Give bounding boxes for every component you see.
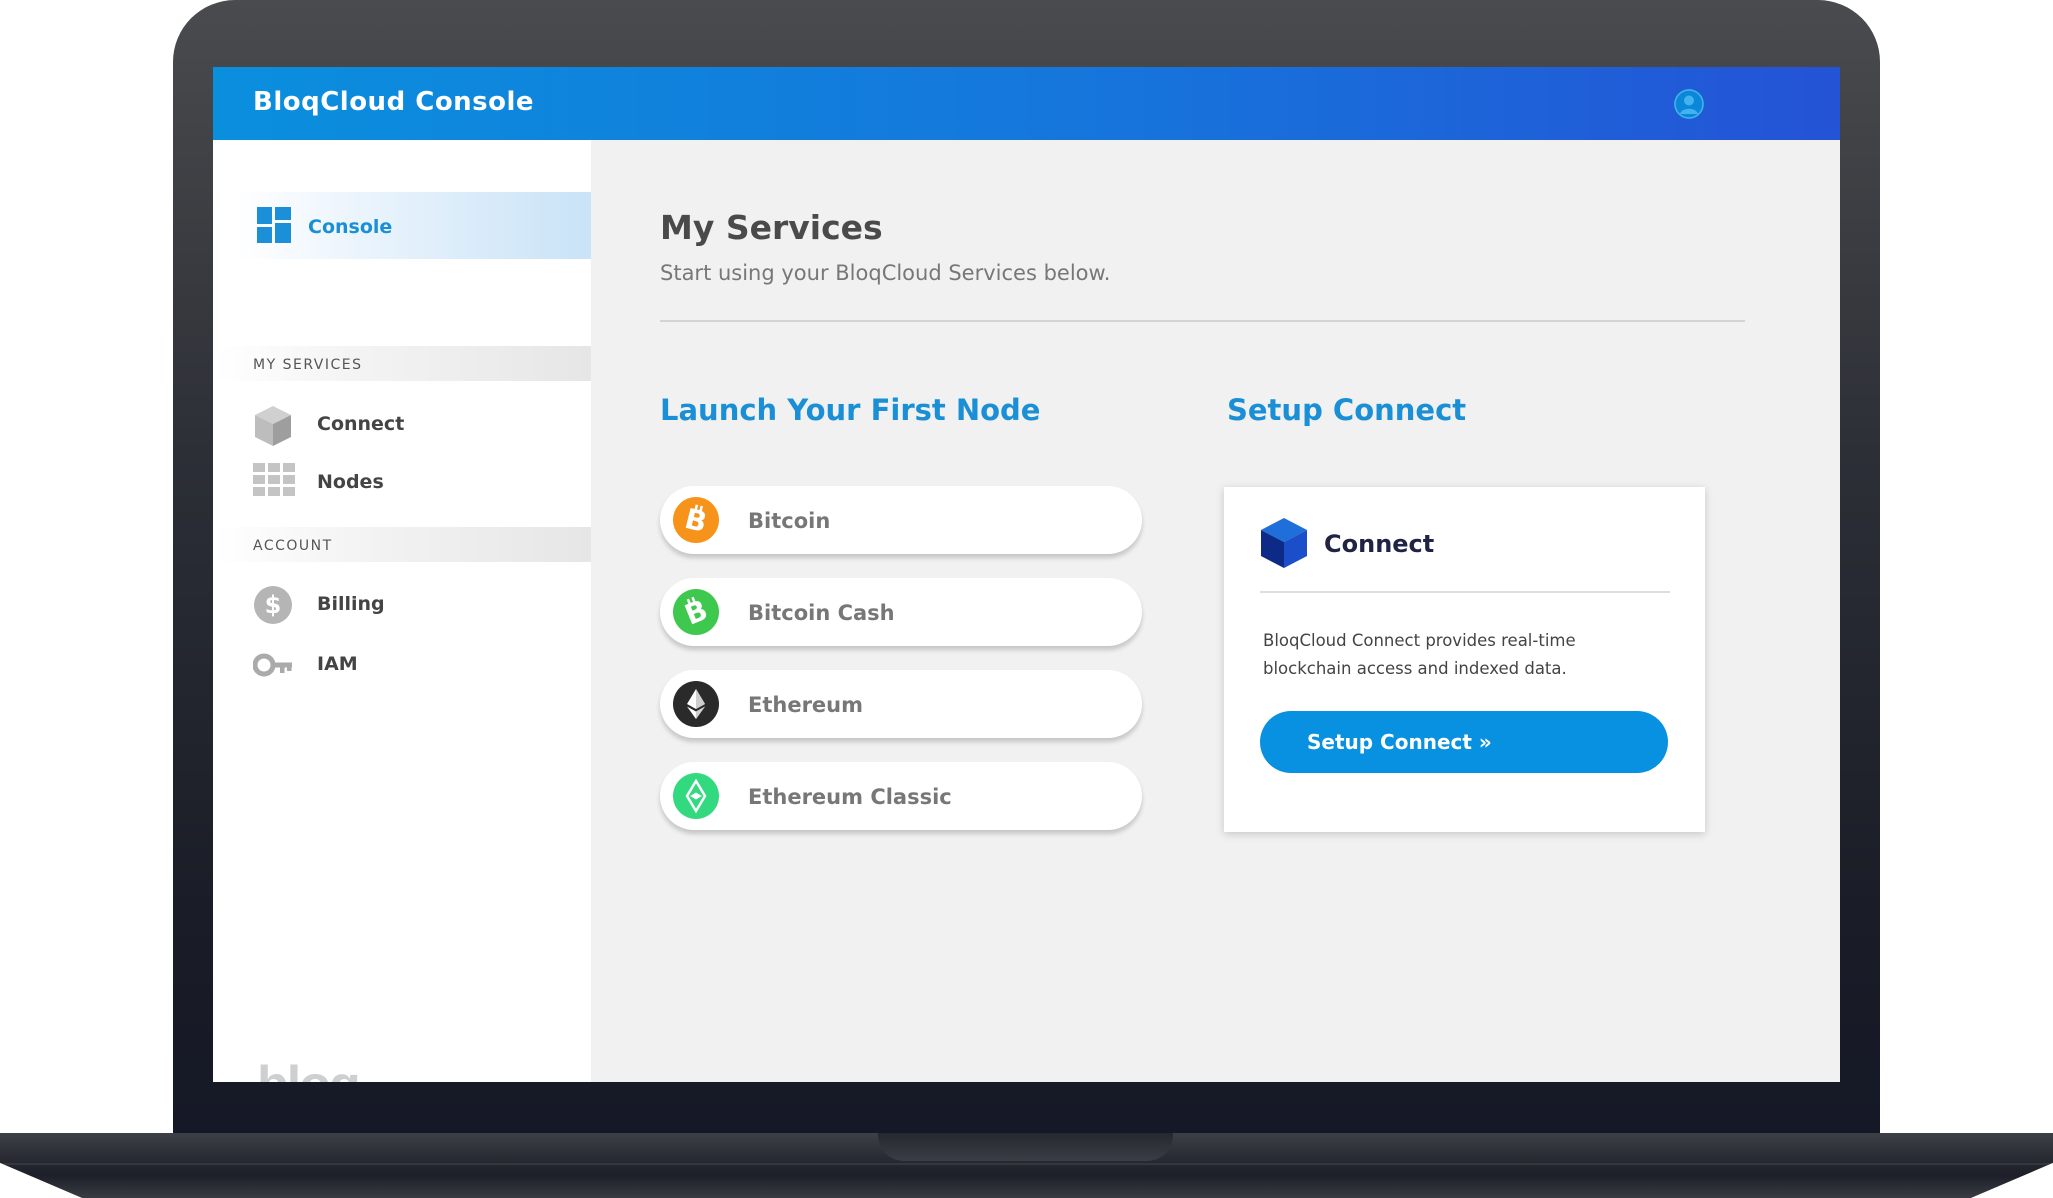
cube-icon	[253, 405, 293, 446]
sidebar-item-iam[interactable]: IAM	[252, 640, 573, 686]
ethereum-icon	[673, 681, 719, 727]
bitcoin-icon: B	[673, 497, 719, 543]
svg-text:B: B	[680, 593, 712, 632]
sidebar-item-label: Connect	[317, 413, 405, 435]
sidebar-item-nodes[interactable]: Nodes	[253, 458, 573, 504]
svg-text:bloq: bloq	[257, 1062, 359, 1082]
node-option-label: Ethereum	[748, 693, 864, 717]
sidebar-item-label: Nodes	[317, 471, 384, 493]
key-icon	[252, 645, 293, 685]
sidebar: Console MY SERVICES Connect Nodes ACCOUN…	[213, 140, 591, 1082]
node-option-label: Ethereum Classic	[748, 785, 952, 809]
svg-text:$: $	[265, 591, 282, 619]
node-option-bitcoin[interactable]: B Bitcoin	[660, 486, 1142, 554]
connect-card-title: Connect	[1324, 530, 1435, 558]
dashboard-grid-icon	[257, 207, 291, 247]
ethereum-classic-icon	[673, 773, 719, 819]
sidebar-item-label: IAM	[317, 653, 358, 675]
bloq-logo: bloq	[257, 1056, 363, 1082]
sidebar-item-connect[interactable]: Connect	[253, 400, 573, 446]
sidebar-item-billing[interactable]: $ Billing	[253, 580, 573, 626]
connect-cube-icon	[1260, 517, 1308, 573]
page-subtitle: Start using your BloqCloud Services belo…	[660, 261, 1111, 285]
grid-icon	[253, 463, 295, 503]
app-title: BloqCloud Console	[253, 87, 535, 117]
node-option-ethereum[interactable]: Ethereum	[660, 670, 1142, 738]
setup-connect-heading: Setup Connect	[1227, 393, 1467, 427]
laptop-notch	[878, 1133, 1173, 1161]
section-header-my-services: MY SERVICES	[213, 346, 591, 381]
sidebar-item-label: Console	[308, 216, 393, 238]
connect-card: Connect BloqCloud Connect provides real-…	[1224, 487, 1705, 832]
connect-description: BloqCloud Connect provides real-time blo…	[1263, 631, 1576, 678]
sidebar-item-console[interactable]: Console	[237, 192, 591, 259]
main-content: My Services Start using your BloqCloud S…	[591, 140, 1840, 1082]
node-option-label: Bitcoin Cash	[748, 601, 895, 625]
user-account-icon[interactable]	[1673, 88, 1705, 120]
card-divider	[1260, 591, 1670, 593]
sidebar-item-label: Billing	[317, 593, 385, 615]
node-option-ethereum-classic[interactable]: Ethereum Classic	[660, 762, 1142, 830]
divider	[660, 320, 1745, 322]
node-option-bitcoin-cash[interactable]: B Bitcoin Cash	[660, 578, 1142, 646]
dollar-icon: $	[253, 585, 293, 625]
top-bar: BloqCloud Console	[213, 67, 1840, 140]
setup-connect-button[interactable]: Setup Connect »	[1260, 711, 1668, 773]
app-window: BloqCloud Console Console MY SERVICES Co…	[213, 67, 1840, 1082]
section-header-account: ACCOUNT	[213, 527, 591, 562]
launch-node-heading: Launch Your First Node	[660, 393, 1041, 427]
bitcoin-cash-icon: B	[673, 589, 719, 635]
node-option-label: Bitcoin	[748, 509, 831, 533]
page-title: My Services	[660, 208, 883, 247]
